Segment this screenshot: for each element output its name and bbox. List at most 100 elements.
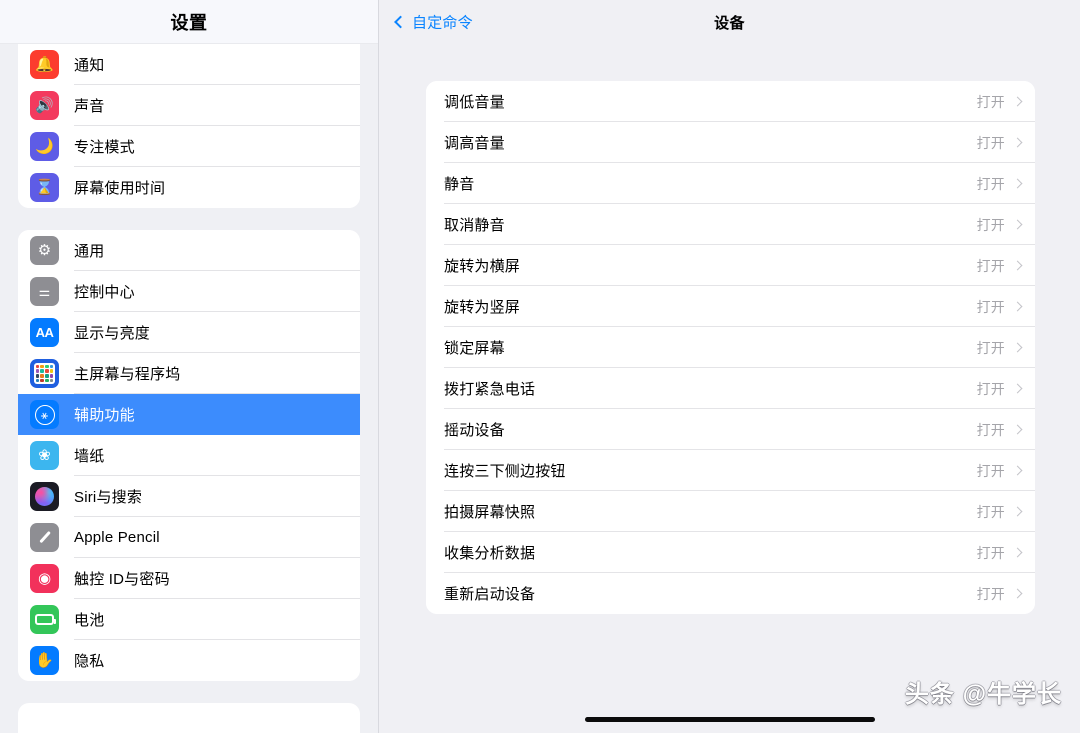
row-value: 打开 [977, 297, 1005, 317]
detail-title: 设备 [714, 12, 745, 33]
sidebar-item-accessibility[interactable]: ⚹ 辅助功能 [18, 394, 360, 435]
row-value: 打开 [977, 338, 1005, 358]
chevron-right-icon [1013, 589, 1023, 599]
row-value: 打开 [977, 379, 1005, 399]
back-button[interactable]: 自定命令 [396, 12, 473, 33]
page-title: 设置 [171, 9, 208, 35]
fingerprint-icon: ◉ [30, 564, 59, 593]
siri-icon [30, 482, 59, 511]
sidebar-item-battery[interactable]: 电池 [18, 599, 360, 640]
detail-header: 自定命令 设备 [379, 0, 1080, 44]
row-title: 调低音量 [444, 91, 977, 112]
chevron-right-icon [1013, 425, 1023, 435]
sidebar-item-home-screen-dock[interactable]: 主屏幕与程序坞 [18, 353, 360, 394]
sidebar-item-privacy[interactable]: ✋ 隐私 [18, 640, 360, 681]
chevron-right-icon [1013, 261, 1023, 271]
sidebar-item-general[interactable]: ⚙ 通用 [18, 230, 360, 271]
detail-body: 调低音量 打开 调高音量 打开 静音 打开 取消静音 打开 [379, 44, 1080, 733]
chevron-right-icon [1013, 179, 1023, 189]
row-title: 摇动设备 [444, 419, 977, 440]
chevron-right-icon [1013, 466, 1023, 476]
aa-icon: AA [30, 318, 59, 347]
row-title: 调高音量 [444, 132, 977, 153]
table-row[interactable]: 拍摄屏幕快照 打开 [426, 491, 1035, 532]
row-value: 打开 [977, 461, 1005, 481]
chevron-right-icon [1013, 220, 1023, 230]
home-indicator[interactable] [585, 717, 875, 722]
sidebar-item-control-center[interactable]: ⚌ 控制中心 [18, 271, 360, 312]
sidebar-item-notifications[interactable]: 🔔 通知 [18, 44, 360, 85]
table-row[interactable]: 锁定屏幕 打开 [426, 327, 1035, 368]
row-title: 拨打紧急电话 [444, 378, 977, 399]
row-value: 打开 [977, 133, 1005, 153]
sidebar-item-screen-time[interactable]: ⌛ 屏幕使用时间 [18, 167, 360, 208]
row-title: 收集分析数据 [444, 542, 977, 563]
moon-icon: 🌙 [30, 132, 59, 161]
table-row[interactable]: 静音 打开 [426, 163, 1035, 204]
chevron-right-icon [1013, 138, 1023, 148]
row-value: 打开 [977, 174, 1005, 194]
sidebar-item-wallpaper[interactable]: ❀ 墙纸 [18, 435, 360, 476]
table-row[interactable]: 重新启动设备 打开 [426, 573, 1035, 614]
table-row[interactable]: 旋转为横屏 打开 [426, 245, 1035, 286]
table-row[interactable]: 取消静音 打开 [426, 204, 1035, 245]
ipad-settings-screen: 设置 🔔 通知 🔊 声音 🌙 专注模式 [0, 0, 1080, 733]
speaker-icon: 🔊 [30, 91, 59, 120]
sidebar-item-label: 触控 ID与密码 [74, 568, 170, 589]
row-value: 打开 [977, 584, 1005, 604]
sidebar-item-label: 通知 [74, 54, 104, 75]
sidebar-item-label: Apple Pencil [74, 529, 160, 546]
chevron-right-icon [1013, 548, 1023, 558]
bell-icon: 🔔 [30, 50, 59, 79]
chevron-right-icon [1013, 384, 1023, 394]
device-commands-card: 调低音量 打开 调高音量 打开 静音 打开 取消静音 打开 [426, 81, 1035, 614]
sidebar-item-label: 显示与亮度 [74, 322, 150, 343]
row-value: 打开 [977, 92, 1005, 112]
row-title: 取消静音 [444, 214, 977, 235]
sidebar-group-2: ⚙ 通用 ⚌ 控制中心 AA 显示与亮度 [18, 230, 360, 681]
sidebar-item-apple-pencil[interactable]: Apple Pencil [18, 517, 360, 558]
row-value: 打开 [977, 215, 1005, 235]
sidebar-item-label: 辅助功能 [74, 404, 135, 425]
sidebar-item-label: 控制中心 [74, 281, 135, 302]
hand-icon: ✋ [30, 646, 59, 675]
table-row[interactable]: 调低音量 打开 [426, 81, 1035, 122]
row-title: 连按三下侧边按钮 [444, 460, 977, 481]
sidebar-item-siri-search[interactable]: Siri与搜索 [18, 476, 360, 517]
wallpaper-icon: ❀ [30, 441, 59, 470]
chevron-right-icon [1013, 507, 1023, 517]
sidebar-item-touch-id-passcode[interactable]: ◉ 触控 ID与密码 [18, 558, 360, 599]
sidebar-header: 设置 [0, 0, 378, 44]
sidebar-item-label: 电池 [74, 609, 104, 630]
table-row[interactable]: 收集分析数据 打开 [426, 532, 1035, 573]
battery-icon [30, 605, 59, 634]
sidebar-group-1: 🔔 通知 🔊 声音 🌙 专注模式 ⌛ 屏幕使用时间 [18, 44, 360, 208]
accessibility-icon: ⚹ [30, 400, 59, 429]
dock-grid-icon [30, 359, 59, 388]
sidebar-scroll-area[interactable]: 🔔 通知 🔊 声音 🌙 专注模式 ⌛ 屏幕使用时间 [0, 44, 378, 733]
table-row[interactable]: 旋转为竖屏 打开 [426, 286, 1035, 327]
gear-icon: ⚙ [30, 236, 59, 265]
row-title: 重新启动设备 [444, 583, 977, 604]
table-row[interactable]: 拨打紧急电话 打开 [426, 368, 1035, 409]
chevron-left-icon [394, 16, 407, 29]
hourglass-icon: ⌛ [30, 173, 59, 202]
back-button-label: 自定命令 [412, 12, 473, 33]
sidebar-item-label: 隐私 [74, 650, 104, 671]
sidebar-item-label: 屏幕使用时间 [74, 177, 165, 198]
settings-sidebar: 设置 🔔 通知 🔊 声音 🌙 专注模式 [0, 0, 379, 733]
sidebar-item-sounds[interactable]: 🔊 声音 [18, 85, 360, 126]
row-title: 静音 [444, 173, 977, 194]
chevron-right-icon [1013, 302, 1023, 312]
sidebar-item-label: 通用 [74, 240, 104, 261]
table-row[interactable]: 摇动设备 打开 [426, 409, 1035, 450]
sidebar-item-display-brightness[interactable]: AA 显示与亮度 [18, 312, 360, 353]
row-value: 打开 [977, 502, 1005, 522]
sidebar-item-label: 专注模式 [74, 136, 135, 157]
row-value: 打开 [977, 256, 1005, 276]
sidebar-item-focus[interactable]: 🌙 专注模式 [18, 126, 360, 167]
table-row[interactable]: 连按三下侧边按钮 打开 [426, 450, 1035, 491]
table-row[interactable]: 调高音量 打开 [426, 122, 1035, 163]
toggles-icon: ⚌ [30, 277, 59, 306]
sidebar-item-label: 墙纸 [74, 445, 104, 466]
